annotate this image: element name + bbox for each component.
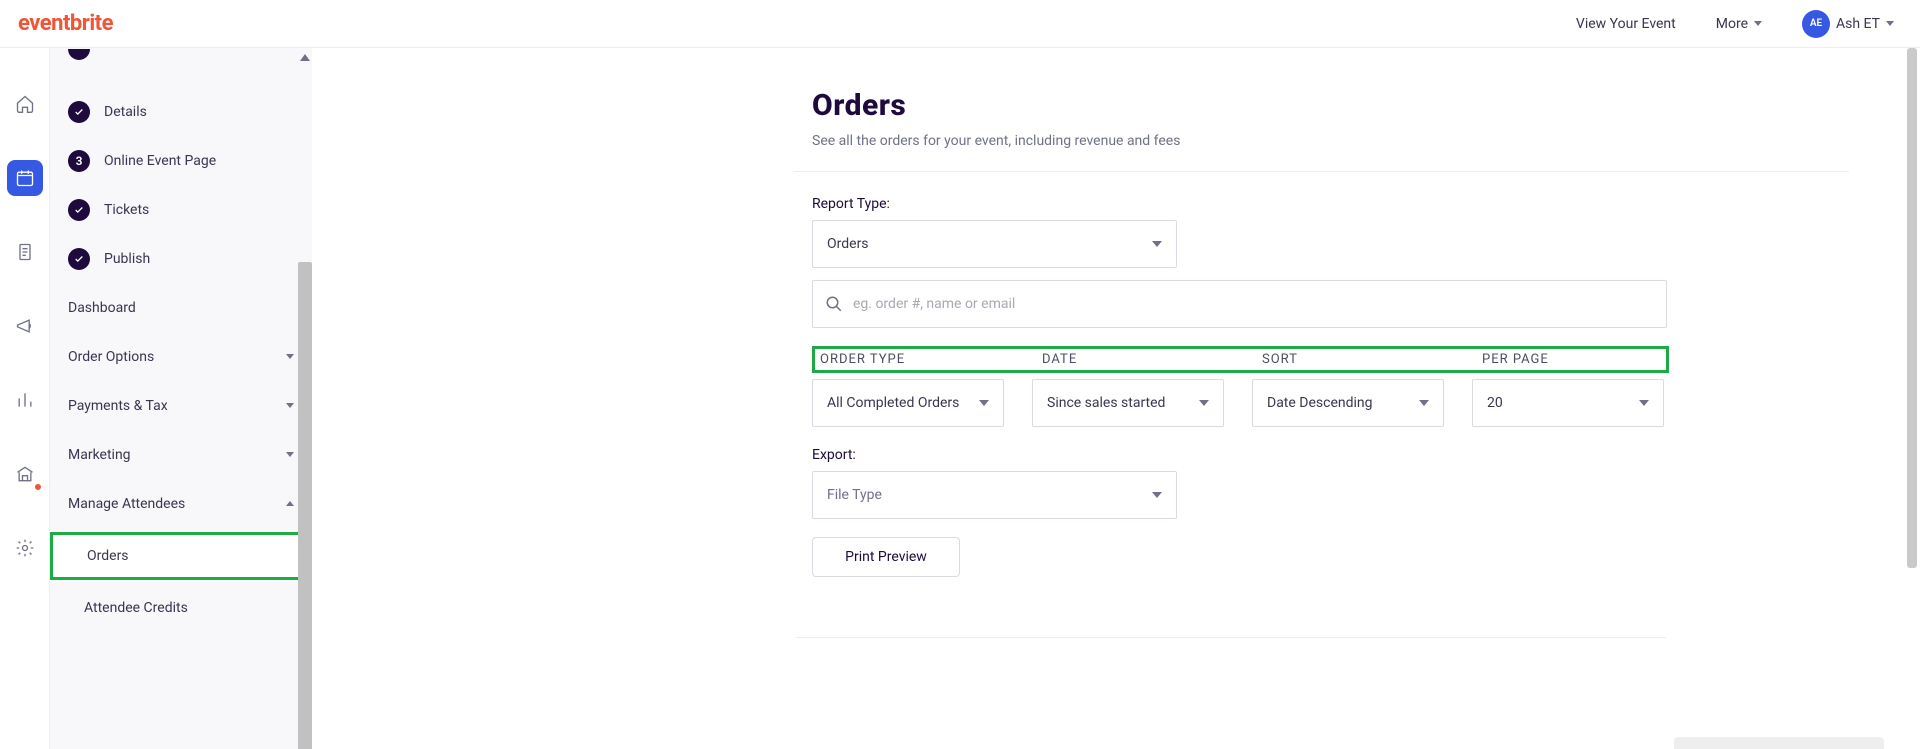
nav-label: Dashboard	[68, 300, 136, 316]
export-select[interactable]: File Type	[812, 471, 1177, 519]
sort-select[interactable]: Date Descending	[1252, 379, 1444, 427]
main-scrollbar-track	[1900, 48, 1920, 749]
nav-label: Payments & Tax	[68, 398, 168, 414]
user-name-label: Ash ET	[1836, 16, 1880, 32]
top-bar: eventbrite View Your Event More AE Ash E…	[0, 0, 1920, 48]
chevron-down-icon	[286, 403, 294, 408]
nav-dashboard[interactable]: Dashboard	[50, 283, 312, 332]
main-content: Orders See all the orders for your event…	[312, 48, 1920, 749]
icon-rail	[0, 48, 50, 749]
settings-icon[interactable]	[7, 530, 43, 566]
select-value: 20	[1487, 395, 1503, 411]
step-online-event-page[interactable]: 3 Online Event Page	[50, 136, 312, 185]
divider	[794, 171, 1849, 172]
select-value: File Type	[827, 487, 882, 503]
select-value: Date Descending	[1267, 395, 1373, 411]
sub-label: Orders	[87, 548, 129, 564]
main-scrollbar-thumb[interactable]	[1907, 48, 1917, 568]
per-page-select[interactable]: 20	[1472, 379, 1664, 427]
date-select[interactable]: Since sales started	[1032, 379, 1224, 427]
col-date-label: DATE	[1042, 352, 1262, 367]
check-icon	[68, 248, 90, 270]
chevron-down-icon	[1152, 241, 1162, 247]
events-icon[interactable]	[7, 160, 43, 196]
check-icon	[68, 199, 90, 221]
chevron-down-icon	[1886, 21, 1894, 26]
step-tickets[interactable]: Tickets	[50, 185, 312, 234]
home-icon[interactable]	[7, 86, 43, 122]
panel-scrollbar[interactable]	[298, 262, 312, 749]
sub-orders-highlight: Orders	[50, 532, 309, 580]
finance-icon[interactable]	[7, 456, 43, 492]
step-label: Publish	[104, 251, 150, 267]
notification-dot-icon	[35, 484, 41, 490]
export-label: Export:	[812, 447, 1920, 463]
scroll-up-icon[interactable]	[300, 54, 310, 61]
select-value: Since sales started	[1047, 395, 1165, 411]
nav-list: Details 3 Online Event Page Tickets Publ…	[50, 48, 312, 632]
button-label: Print Preview	[845, 549, 927, 565]
nav-label: Order Options	[68, 349, 154, 365]
nav-manage-attendees[interactable]: Manage Attendees	[50, 479, 312, 528]
report-type-label: Report Type:	[812, 196, 1920, 212]
step-publish[interactable]: Publish	[50, 234, 312, 283]
nav-payments-tax[interactable]: Payments & Tax	[50, 381, 312, 430]
select-value: Orders	[827, 236, 869, 252]
clipped-step-icon	[68, 49, 90, 60]
nav-order-options[interactable]: Order Options	[50, 332, 312, 381]
report-type-select[interactable]: Orders	[812, 220, 1177, 268]
orders-icon[interactable]	[7, 234, 43, 270]
top-right: View Your Event More AE Ash ET	[1576, 10, 1894, 38]
chevron-down-icon	[1152, 492, 1162, 498]
step-label: Details	[104, 104, 147, 120]
col-sort-label: SORT	[1262, 352, 1482, 367]
more-menu[interactable]: More	[1716, 16, 1762, 32]
col-order-type-label: ORDER TYPE	[820, 352, 1042, 367]
chevron-down-icon	[286, 452, 294, 457]
check-icon	[68, 101, 90, 123]
col-per-page-label: PER PAGE	[1482, 352, 1549, 367]
more-label: More	[1716, 16, 1748, 32]
nav-marketing[interactable]: Marketing	[50, 430, 312, 479]
brand-logo[interactable]: eventbrite	[18, 11, 113, 36]
nav-label: Marketing	[68, 447, 131, 463]
workspace: Details 3 Online Event Page Tickets Publ…	[0, 48, 1920, 749]
chevron-down-icon	[286, 354, 294, 359]
order-type-select[interactable]: All Completed Orders	[812, 379, 1004, 427]
sub-label: Attendee Credits	[84, 600, 188, 616]
side-panel: Details 3 Online Event Page Tickets Publ…	[50, 48, 312, 749]
page-subtitle: See all the orders for your event, inclu…	[812, 133, 1920, 149]
divider	[796, 637, 1666, 638]
user-menu[interactable]: AE Ash ET	[1802, 10, 1894, 38]
partial-button[interactable]	[1674, 737, 1884, 749]
print-preview-button[interactable]: Print Preview	[812, 537, 960, 577]
step-label: Tickets	[104, 202, 149, 218]
filter-row: All Completed Orders Since sales started…	[812, 379, 1920, 427]
search-box[interactable]	[812, 280, 1667, 328]
sub-nav-attendee-credits[interactable]: Attendee Credits	[50, 584, 312, 632]
select-value: All Completed Orders	[827, 395, 959, 411]
marketing-icon[interactable]	[7, 308, 43, 344]
reports-icon[interactable]	[7, 382, 43, 418]
view-event-label: View Your Event	[1576, 16, 1676, 32]
search-input[interactable]	[853, 296, 1654, 312]
chevron-down-icon	[1639, 400, 1649, 406]
chevron-down-icon	[979, 400, 989, 406]
step-details[interactable]: Details	[50, 87, 312, 136]
chevron-down-icon	[1419, 400, 1429, 406]
avatar: AE	[1802, 10, 1830, 38]
step-number-icon: 3	[68, 150, 90, 172]
chevron-down-icon	[1754, 21, 1762, 26]
chevron-up-icon	[286, 501, 294, 506]
sub-nav-orders[interactable]: Orders	[53, 535, 306, 577]
view-your-event-link[interactable]: View Your Event	[1576, 16, 1676, 32]
nav-label: Manage Attendees	[68, 496, 185, 512]
step-label: Online Event Page	[104, 153, 216, 169]
chevron-down-icon	[1199, 400, 1209, 406]
filter-header-highlight: ORDER TYPE DATE SORT PER PAGE	[812, 346, 1669, 373]
page-title: Orders	[812, 88, 1920, 123]
search-icon	[825, 295, 843, 313]
